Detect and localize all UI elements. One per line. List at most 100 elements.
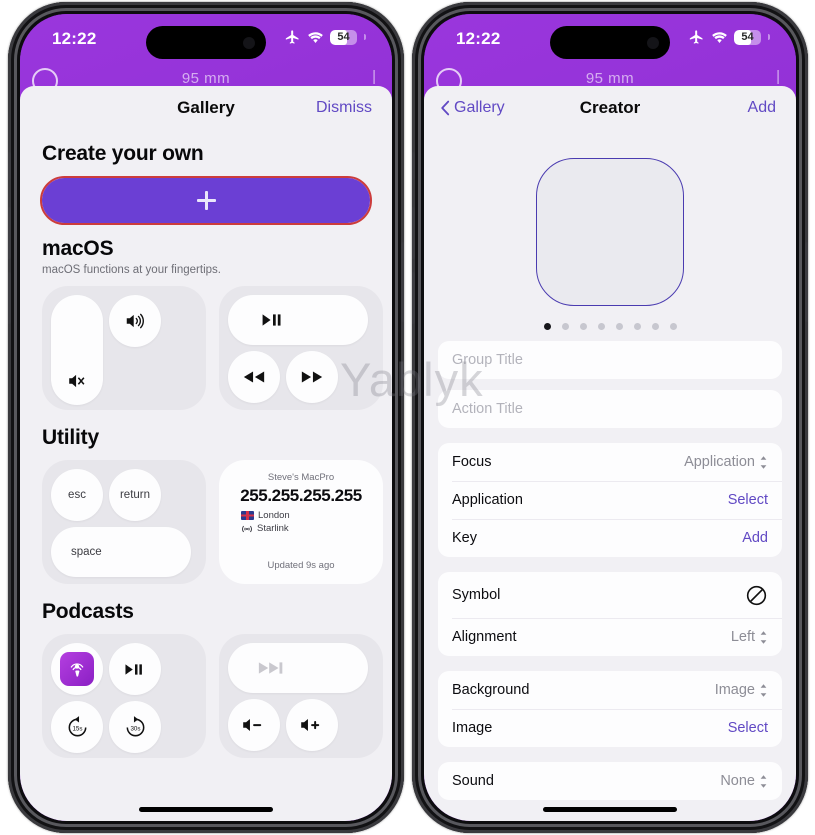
podcasts-app-icon [60,652,94,686]
phone-right: 95 mm | 12:22 54 Gallery Creator Add Gro… [412,2,808,833]
airplane-mode-icon [285,30,299,44]
row-sound-label: Sound [452,773,494,789]
space-key[interactable]: space [51,527,191,577]
row-key-action[interactable]: Add [742,530,768,546]
battery-indicator: 54 [734,29,761,45]
silent-switch[interactable] [412,152,415,180]
podcasts-volume-up-key[interactable] [286,699,338,751]
status-time: 12:22 [52,29,97,48]
skip-forward-track-key[interactable] [228,643,368,693]
rewind-key[interactable] [228,351,280,403]
row-background-label: Background [452,682,530,698]
play-pause-key[interactable] [228,295,368,345]
dismiss-button[interactable]: Dismiss [316,99,372,117]
widget-preview[interactable] [536,158,684,306]
settings-group-appearance: Symbol Alignment Left [438,572,782,656]
add-button[interactable]: Add [748,99,776,117]
utility-keys-card[interactable]: esc return space [42,460,206,584]
podcasts-widget-row[interactable]: 15s 30s [20,624,392,758]
status-indicators: 54 [688,29,770,45]
row-image-label: Image [452,720,493,736]
mute-toggle-pill[interactable] [51,295,103,405]
row-symbol-value-wrap[interactable] [745,584,768,607]
podcasts-play-pause-key[interactable] [109,643,161,695]
row-focus-value-wrap[interactable]: Application [684,454,768,470]
page-dot-4[interactable] [597,323,605,330]
row-key[interactable]: Key Add [438,519,782,557]
podcasts-skip-card[interactable] [219,634,383,758]
page-dot-7[interactable] [651,323,659,330]
row-image-action[interactable]: Select [728,720,768,736]
row-sound[interactable]: Sound None [438,762,782,800]
row-sound-value-wrap[interactable]: None [720,773,768,789]
plus-icon [196,191,216,210]
return-key-label: return [119,489,151,501]
group-title-input[interactable]: Group Title [438,341,782,379]
page-dot-5[interactable] [615,323,623,330]
row-alignment-label: Alignment [452,629,517,645]
row-key-label: Key [452,530,477,546]
row-background-value-wrap[interactable]: Image [715,682,768,698]
macpro-info-card[interactable]: Steve's MacPro 255.255.255.255 London St… [219,460,383,584]
row-background-value: Image [714,682,755,698]
page-dot-6[interactable] [633,323,641,330]
row-alignment-value-wrap[interactable]: Left [731,629,768,645]
row-focus[interactable]: Focus Application [438,443,782,481]
page-dots[interactable] [543,323,677,330]
volume-up-button[interactable] [8,207,11,259]
row-application-action[interactable]: Select [728,492,768,508]
macos-volume-card[interactable] [42,286,206,410]
podcasts-volume-down-key[interactable] [228,699,280,751]
network-label: Starlink [257,523,289,534]
battery-indicator: 54 [330,29,357,45]
chevron-up-down-icon [760,774,767,788]
row-symbol[interactable]: Symbol [438,572,782,618]
macos-media-card[interactable] [219,286,383,410]
go-back-15-key[interactable]: 15s [51,701,103,753]
podcasts-app-key[interactable] [51,643,103,695]
screenshot-root: 95 mm | 12:22 54 Gallery Dismiss Create … [0,0,815,835]
home-indicator[interactable] [543,807,677,812]
esc-key[interactable]: esc [51,469,103,521]
power-button[interactable] [401,242,404,322]
volume-up-button[interactable] [412,207,415,259]
return-key[interactable]: return [109,469,161,521]
gallery-navbar: Gallery Dismiss [20,86,392,130]
create-new-button[interactable] [40,176,372,225]
chevron-up-down-icon [760,683,767,697]
page-dot-8[interactable] [669,323,677,330]
action-title-input[interactable]: Action Title [438,390,782,428]
row-background[interactable]: Background Image [438,671,782,709]
play-pause-icon [125,663,142,675]
page-dot-1[interactable] [543,323,551,330]
action-title-placeholder: Action Title [452,401,523,417]
battery-tip [768,34,770,40]
wifi-icon [712,32,727,43]
utility-widget-row[interactable]: esc return space Steve's MacPro 255.255.… [20,450,392,584]
goback-15s-icon: 15s [68,715,86,736]
silent-switch[interactable] [8,152,11,180]
backward-icon [243,371,265,383]
row-image[interactable]: Image Select [438,709,782,747]
page-dot-2[interactable] [561,323,569,330]
battery-tip [364,34,366,40]
row-sound-value: None [720,773,755,789]
speaker-plus-icon [301,718,320,732]
page-dot-3[interactable] [579,323,587,330]
macos-widget-row[interactable] [20,276,392,410]
go-forward-30-key[interactable]: 30s [109,701,161,753]
dynamic-island [146,26,266,59]
volume-down-button[interactable] [412,272,415,324]
row-application[interactable]: Application Select [438,481,782,519]
volume-up-key[interactable] [109,295,161,347]
screen-right: 95 mm | 12:22 54 Gallery Creator Add Gro… [424,14,796,821]
volume-down-button[interactable] [8,272,11,324]
podcasts-controls-card[interactable]: 15s 30s [42,634,206,758]
power-button[interactable] [805,242,808,322]
home-indicator[interactable] [139,807,273,812]
fast-forward-key[interactable] [286,351,338,403]
background-app-center-text: 95 mm [181,70,231,87]
row-alignment[interactable]: Alignment Left [438,618,782,656]
status-bar-right: 12:22 54 [424,14,796,66]
background-app-center-text: 95 mm [585,70,635,87]
